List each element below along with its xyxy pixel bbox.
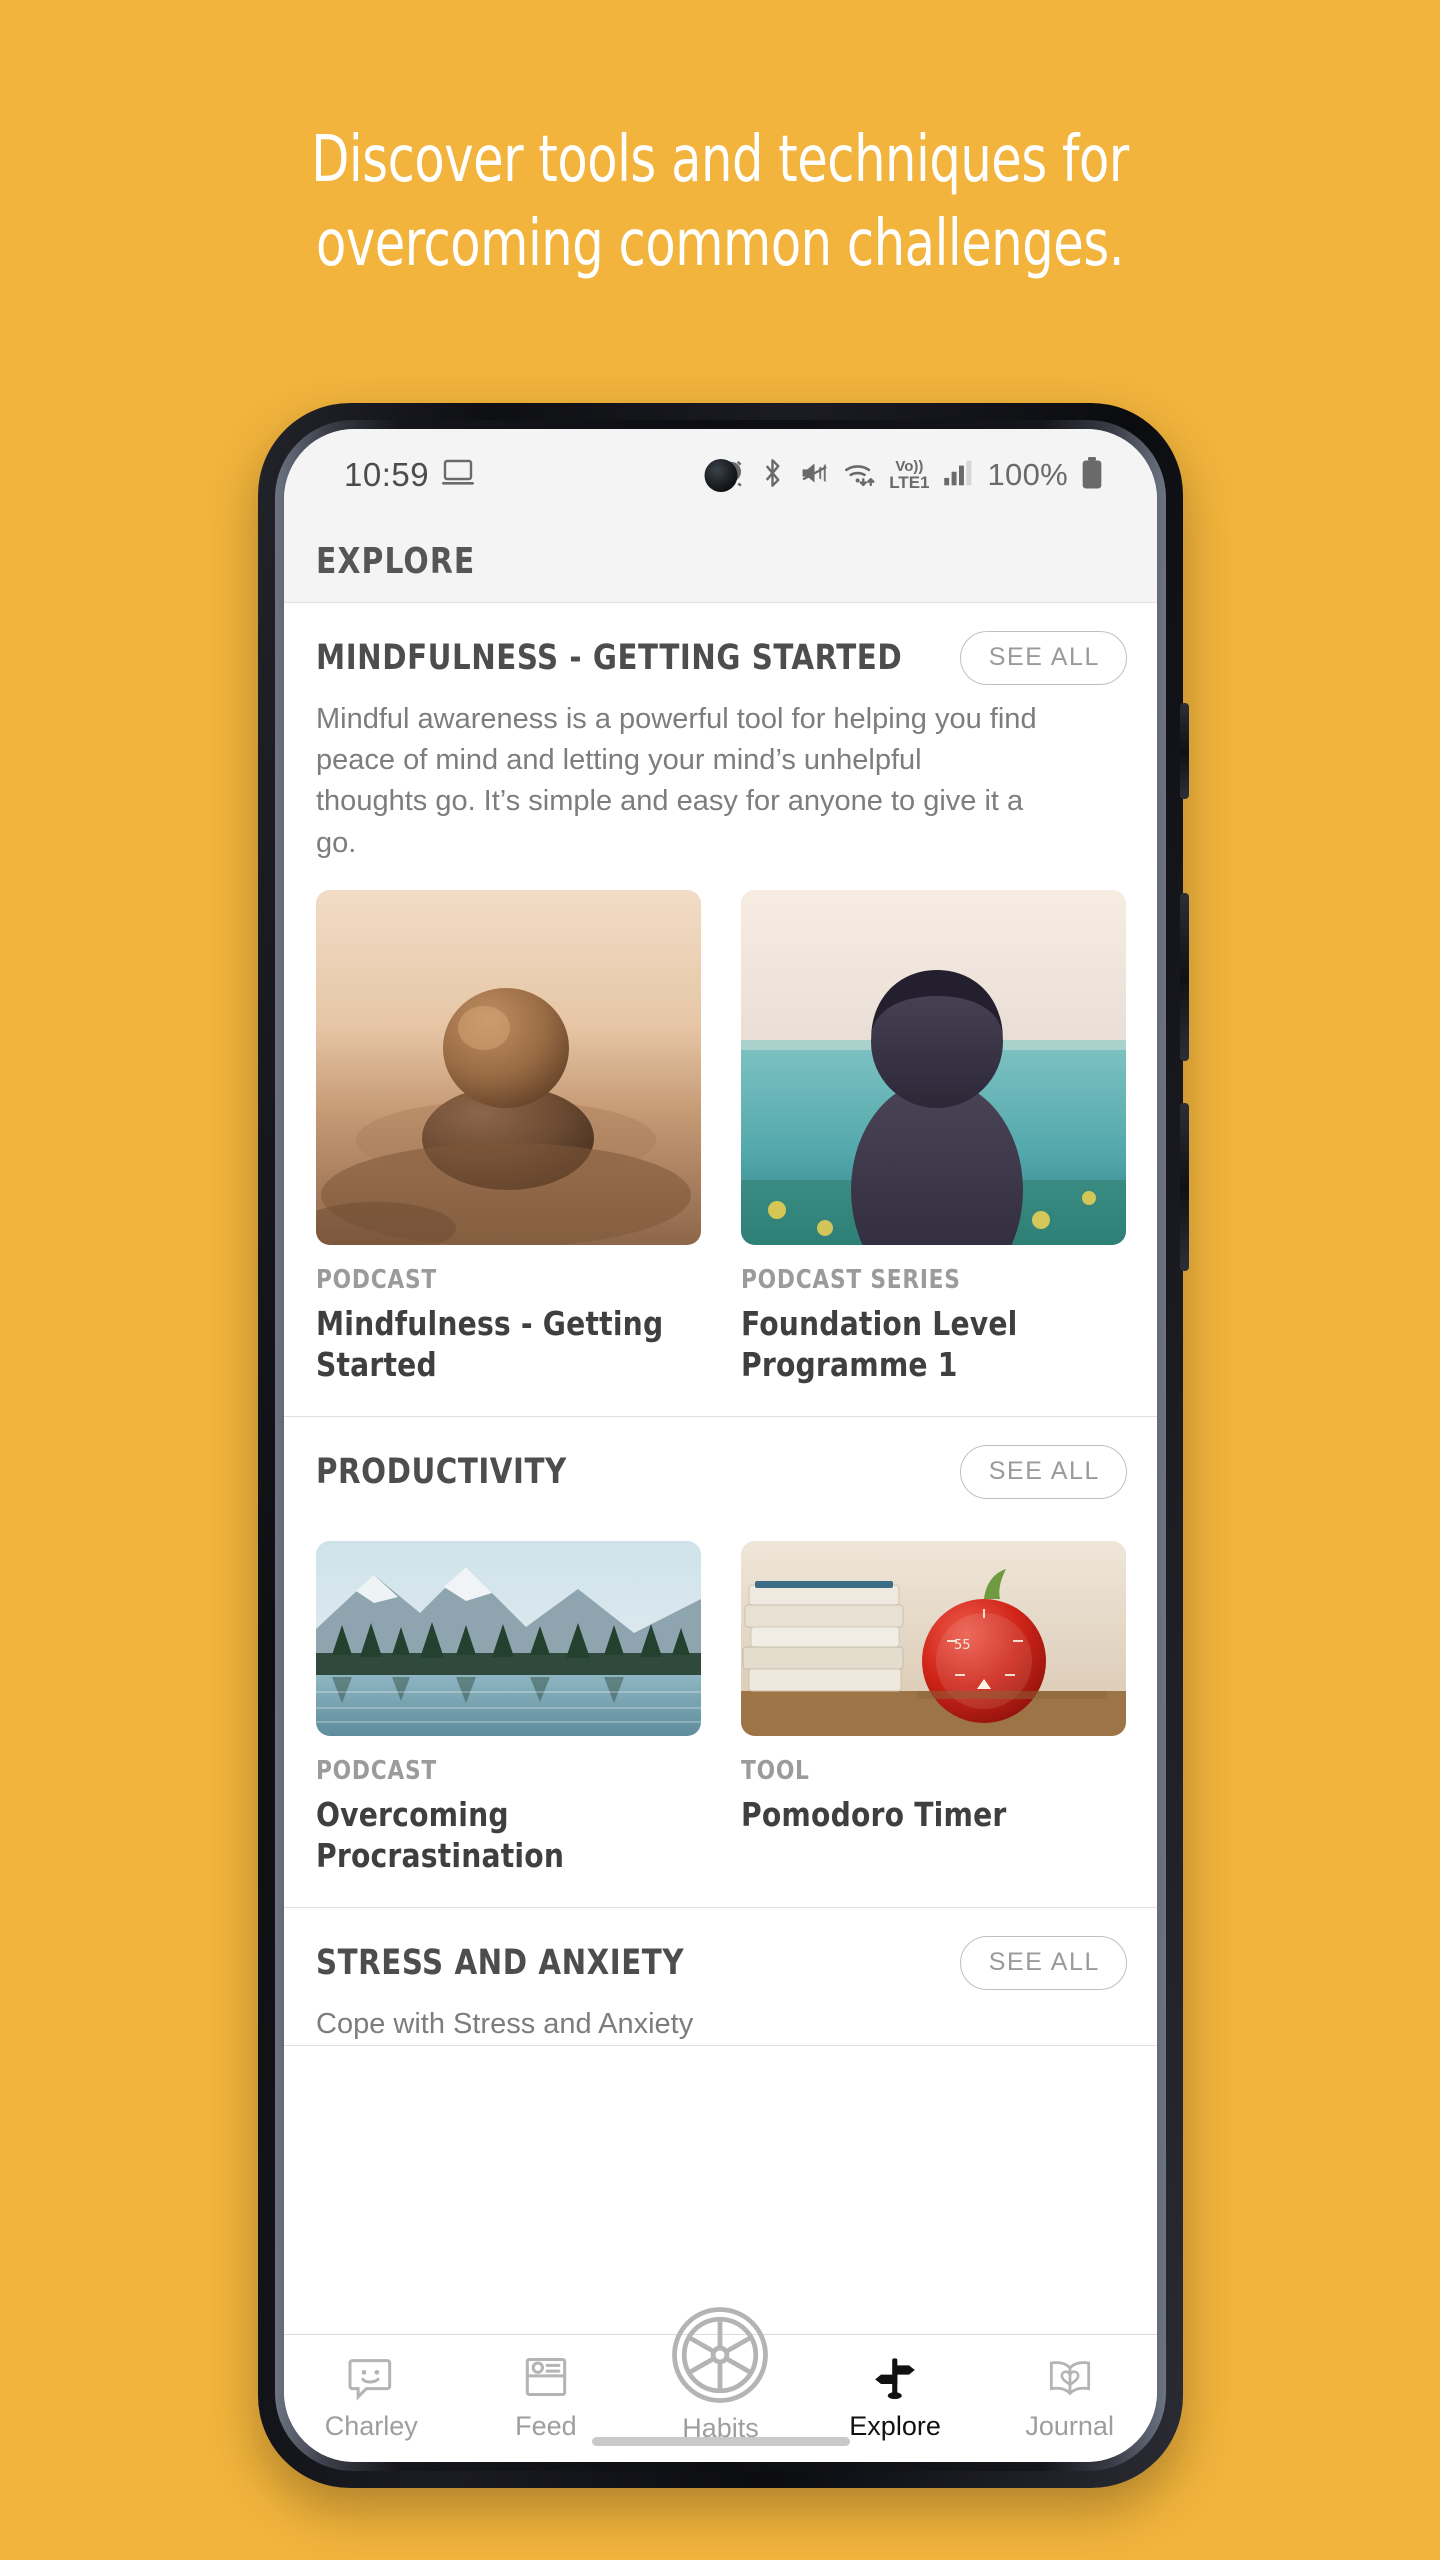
section-productivity: PRODUCTIVITY SEE ALL PODCAST Overcoming … [284,1417,1157,1908]
nav-item-journal[interactable]: Journal [982,2349,1157,2442]
card-title: Overcoming Procrastination [316,1794,565,1876]
signal-bars-icon [943,458,975,493]
card-title: Pomodoro Timer [741,1794,1007,1834]
front-camera-punch-hole [704,458,737,492]
monitor-icon [442,458,475,493]
card-thumbnail[interactable] [741,889,1126,1245]
card-title: Mindfulness - Getting Started [316,1303,664,1385]
open-book-heart-icon [1042,2349,1098,2405]
card-thumbnail[interactable] [316,889,701,1245]
nav-item-charley[interactable]: Charley [284,2349,459,2442]
card-carousel-mindfulness[interactable]: PODCAST Mindfulness - Getting Started PO… [284,864,1157,1416]
section-description: Cope with Stress and Anxiety [316,2008,694,2040]
promo-headline-line1: Discover tools and techniques for [311,123,1129,197]
page-title: EXPLORE [316,541,476,582]
card-title: Foundation Level Programme 1 [741,1303,1018,1385]
status-bar-clock: 10:59 [344,456,430,493]
nav-item-explore[interactable]: Explore [808,2349,983,2442]
volte-icon: Vo)) LTE1 [889,458,930,492]
battery-icon [1081,456,1103,494]
nav-item-feed[interactable]: Feed [459,2349,634,2442]
nav-item-habits[interactable]: Habits [633,2303,808,2444]
stacked-stones-image [316,889,701,1245]
mountain-lake-image [316,1540,701,1736]
status-bar-right: Vo)) LTE1 100% [716,456,1103,494]
signpost-icon [867,2349,923,2405]
book-stack [742,1580,904,1692]
content-card[interactable]: 55 TOOL Pomodoro Timer [741,1540,1126,1877]
card-kicker: TOOL [741,1755,810,1786]
section-title: MINDFULNESS - GETTING STARTED [316,638,903,678]
see-all-button-productivity[interactable]: SEE ALL [959,1444,1127,1499]
content-card[interactable]: PODCAST Mindfulness - Getting Started [316,889,701,1386]
card-thumbnail[interactable]: 55 [741,1540,1126,1736]
battery-percentage: 100% [987,457,1068,492]
nav-label: Feed [515,2411,577,2441]
phone-mockup: 10:59 Vo)) LTE1 100% EXPLORE MINDFULNESS… [258,403,1189,2488]
see-all-button-stress[interactable]: SEE ALL [959,1936,1127,1990]
phone-bezel: 10:59 Vo)) LTE1 100% EXPLORE MINDFULNESS… [275,420,1166,2471]
content-card[interactable]: PODCAST SERIES Foundation Level Programm… [741,889,1126,1386]
nav-label: Journal [1025,2411,1114,2441]
see-all-button-mindfulness[interactable]: SEE ALL [959,631,1127,685]
section-mindfulness: MINDFULNESS - GETTING STARTED SEE ALL Mi… [284,603,1157,1417]
chat-smiley-icon [343,2349,399,2405]
nav-label: Explore [849,2411,941,2441]
section-header: STRESS AND ANXIETY SEE ALL [284,1908,1157,1990]
section-header: PRODUCTIVITY SEE ALL [284,1417,1157,1499]
bluetooth-icon [759,458,786,493]
explore-content[interactable]: MINDFULNESS - GETTING STARTED SEE ALL Mi… [284,603,1157,2334]
status-bar: 10:59 Vo)) LTE1 100% [284,429,1157,521]
card-carousel-productivity[interactable]: PODCAST Overcoming Procrastination 55 TO… [284,1499,1157,1907]
child-sea-image [741,889,1126,1245]
phone-screen: 10:59 Vo)) LTE1 100% EXPLORE MINDFULNESS… [284,429,1157,2462]
content-card[interactable]: PODCAST Overcoming Procrastination [316,1540,701,1877]
phone-button-power[interactable] [1180,703,1189,799]
section-title: STRESS AND ANXIETY [316,1943,685,1983]
phone-button-volume-up[interactable] [1180,893,1189,1061]
svg-text:55: 55 [954,1638,971,1653]
section-title: PRODUCTIVITY [316,1451,567,1492]
section-stress-anxiety: STRESS AND ANXIETY SEE ALL Cope with Str… [284,1908,1157,2047]
promo-headline-line2: overcoming common challenges. [316,207,1124,282]
tomato-timer-image: 55 [741,1540,1126,1736]
nav-label: Charley [324,2411,418,2441]
wheel-icon [668,2303,772,2407]
section-header: MINDFULNESS - GETTING STARTED SEE ALL [284,603,1157,685]
card-kicker: PODCAST [316,1755,438,1786]
app-bar: EXPLORE [284,521,1157,603]
card-kicker: PODCAST SERIES [741,1264,961,1295]
wifi-icon [843,458,876,493]
card-kicker: PODCAST [316,1264,438,1295]
article-card-icon [518,2349,574,2405]
phone-button-volume-down[interactable] [1180,1103,1189,1271]
home-indicator[interactable] [591,2437,850,2446]
mute-vibrate-icon [799,458,830,493]
promo-headline: Discover tools and techniques for overco… [101,118,1339,287]
card-thumbnail[interactable] [316,1540,701,1736]
status-bar-left: 10:59 [344,456,475,494]
section-description: Mindful awareness is a powerful tool for… [316,703,1037,859]
